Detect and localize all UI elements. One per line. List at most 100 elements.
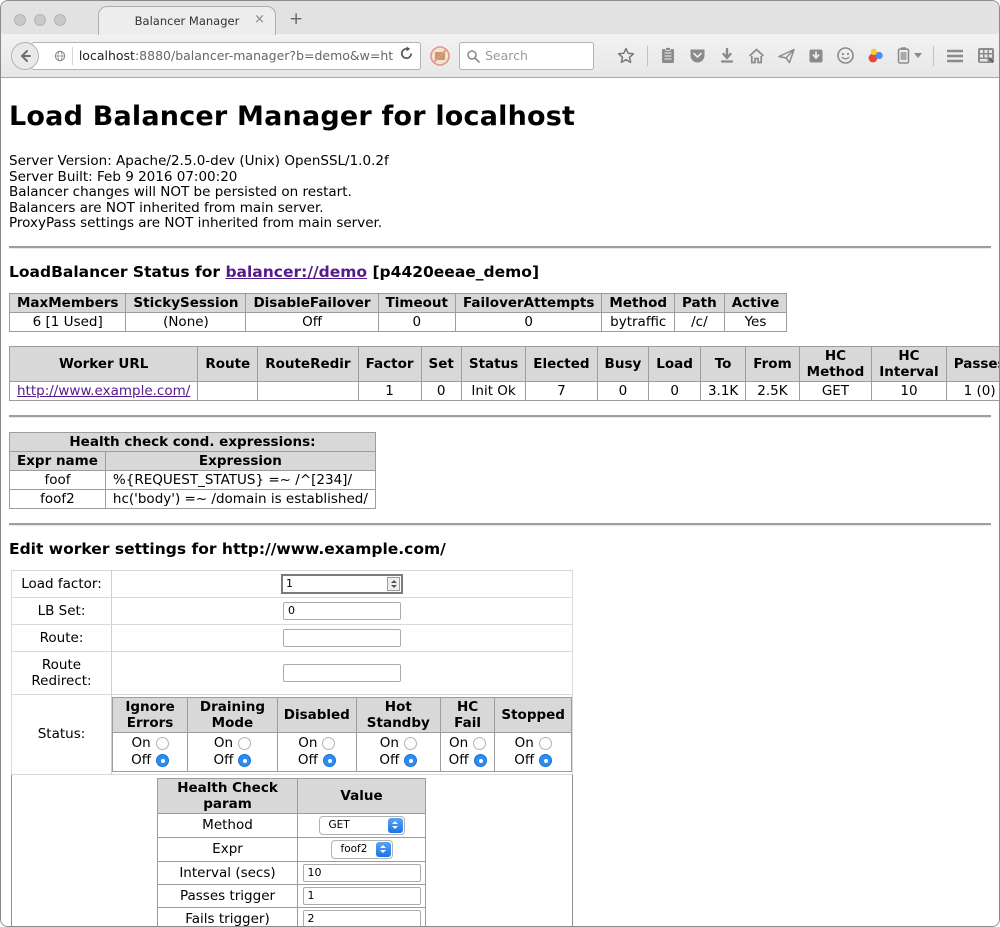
save-page-icon[interactable] xyxy=(807,47,825,65)
block-icon xyxy=(429,45,451,67)
interval-input[interactable] xyxy=(303,864,421,882)
hc-fail-on-radio[interactable] xyxy=(473,737,486,750)
hc-fail-off-radio[interactable] xyxy=(474,754,487,767)
edit-worker-form: Load factor: 1 LB Set: Route: Route Redi… xyxy=(11,570,573,927)
form-row-route-redirect: Route Redirect: xyxy=(12,651,573,694)
cell-expression: %{REQUEST_STATUS} =~ /^[234]/ xyxy=(105,470,375,489)
col-elected: Elected xyxy=(526,346,597,381)
col-status: Status xyxy=(461,346,525,381)
route-input[interactable] xyxy=(283,629,401,647)
tab-balancer-manager[interactable]: Balancer Manager × xyxy=(98,6,276,35)
status-options-table: Ignore Errors Draining Mode Disabled Hot… xyxy=(112,697,572,772)
urlbar-divider xyxy=(72,47,73,65)
status-label: Status: xyxy=(12,694,112,774)
cell-set: 0 xyxy=(421,381,461,400)
menu-icon[interactable] xyxy=(945,48,965,64)
reload-icon xyxy=(399,46,414,61)
number-spinner[interactable] xyxy=(387,577,400,591)
expr-select[interactable]: foof2 xyxy=(331,840,393,859)
ignore-errors-off-radio[interactable] xyxy=(156,754,169,767)
url-text[interactable]: localhost:8880/balancer-manager?b=demo&w… xyxy=(79,48,393,63)
cell-disablefailover: Off xyxy=(246,312,378,331)
cell-hc-interval: 10 xyxy=(872,381,946,400)
cell-factor: 1 xyxy=(358,381,421,400)
colored-dots-icon[interactable] xyxy=(866,46,885,65)
col-hot-standby: Hot Standby xyxy=(356,697,440,732)
draining-mode-off-radio[interactable] xyxy=(238,754,251,767)
table-row: foof2 hc('body') =~ /domain is establish… xyxy=(10,489,376,508)
disabled-off-radio[interactable] xyxy=(323,754,336,767)
draining-mode-on-radio[interactable] xyxy=(238,737,251,750)
cell-passes: 1 (0) xyxy=(946,381,999,400)
cell-maxmembers: 6 [1 Used] xyxy=(10,312,126,331)
col-set: Set xyxy=(421,346,461,381)
col-hc-param: Health Check param xyxy=(158,778,298,813)
status-heading-prefix: LoadBalancer Status for xyxy=(9,263,225,281)
cell-timeout: 0 xyxy=(378,312,455,331)
route-redirect-input[interactable] xyxy=(283,664,401,682)
minimize-window-button[interactable] xyxy=(34,14,46,26)
hot-standby-off-radio[interactable] xyxy=(404,754,417,767)
table-header-row: Ignore Errors Draining Mode Disabled Hot… xyxy=(113,697,572,732)
server-info: Server Version: Apache/2.5.0-dev (Unix) … xyxy=(9,154,991,232)
hc-expr-row: Expr foof2 xyxy=(158,837,426,861)
search-bar[interactable]: Search xyxy=(459,42,594,70)
hot-standby-on-radio[interactable] xyxy=(404,737,417,750)
col-hc-method: HC Method xyxy=(799,346,872,381)
window-controls[interactable] xyxy=(14,14,66,26)
col-from: From xyxy=(746,346,799,381)
worker-url-link[interactable]: http://www.example.com/ xyxy=(17,383,190,399)
page-content: Load Balancer Manager for localhost Serv… xyxy=(1,78,999,926)
col-ignore-errors: Ignore Errors xyxy=(113,697,188,732)
hc-expressions-title: Health check cond. expressions: xyxy=(10,432,376,451)
bookmark-star-icon[interactable] xyxy=(616,46,636,66)
battery-clipboard-button[interactable] xyxy=(896,46,922,65)
close-tab-icon[interactable]: × xyxy=(254,13,265,26)
col-hc-fail: HC Fail xyxy=(440,697,495,732)
cell-busy: 0 xyxy=(597,381,649,400)
back-button[interactable] xyxy=(11,42,39,70)
close-window-button[interactable] xyxy=(14,14,26,26)
balancer-link[interactable]: balancer://demo xyxy=(225,263,367,281)
home-icon[interactable] xyxy=(747,47,766,65)
navigation-toolbar: localhost:8880/balancer-manager?b=demo&w… xyxy=(1,34,999,78)
col-disablefailover: DisableFailover xyxy=(246,293,378,312)
chevron-down-icon xyxy=(914,53,922,58)
col-active: Active xyxy=(724,293,787,312)
reload-button[interactable] xyxy=(399,46,414,65)
content-blocker-button[interactable] xyxy=(429,45,451,67)
method-select[interactable]: GET xyxy=(319,816,405,835)
off-label: Off xyxy=(514,752,534,768)
stopped-off-radio[interactable] xyxy=(539,754,552,767)
col-busy: Busy xyxy=(597,346,649,381)
col-stopped: Stopped xyxy=(495,697,572,732)
ignore-errors-on-radio[interactable] xyxy=(156,737,169,750)
pocket-icon[interactable] xyxy=(688,46,707,65)
smiley-icon[interactable] xyxy=(836,46,855,65)
passes-input[interactable] xyxy=(303,887,421,905)
stopped-on-radio[interactable] xyxy=(539,737,552,750)
grid-icon[interactable] xyxy=(976,46,996,65)
lb-set-input[interactable] xyxy=(283,602,401,620)
cell-expression: hc('body') =~ /domain is established/ xyxy=(105,489,375,508)
col-route: Route xyxy=(198,346,258,381)
clipboard-icon[interactable] xyxy=(659,46,677,65)
toolbar-separator xyxy=(933,46,934,66)
col-failoverattempts: FailoverAttempts xyxy=(456,293,602,312)
col-factor: Factor xyxy=(358,346,421,381)
form-row-load-factor: Load factor: 1 xyxy=(12,570,573,597)
fails-label: Fails trigger) xyxy=(158,907,298,926)
download-icon[interactable] xyxy=(718,47,736,65)
browser-window: Balancer Manager × + localhost:8880/bala… xyxy=(0,0,1000,927)
table-header-row: Health Check param Value xyxy=(158,778,426,813)
load-factor-input[interactable]: 1 xyxy=(281,574,403,594)
divider xyxy=(9,246,991,249)
send-icon[interactable] xyxy=(777,47,796,65)
zoom-window-button[interactable] xyxy=(54,14,66,26)
url-bar[interactable]: localhost:8880/balancer-manager?b=demo&w… xyxy=(31,42,421,70)
new-tab-button[interactable]: + xyxy=(289,9,303,29)
disabled-on-radio[interactable] xyxy=(322,737,335,750)
hc-fails-row: Fails trigger) xyxy=(158,907,426,926)
fails-input[interactable] xyxy=(303,910,421,927)
hc-method-row: Method GET xyxy=(158,813,426,837)
